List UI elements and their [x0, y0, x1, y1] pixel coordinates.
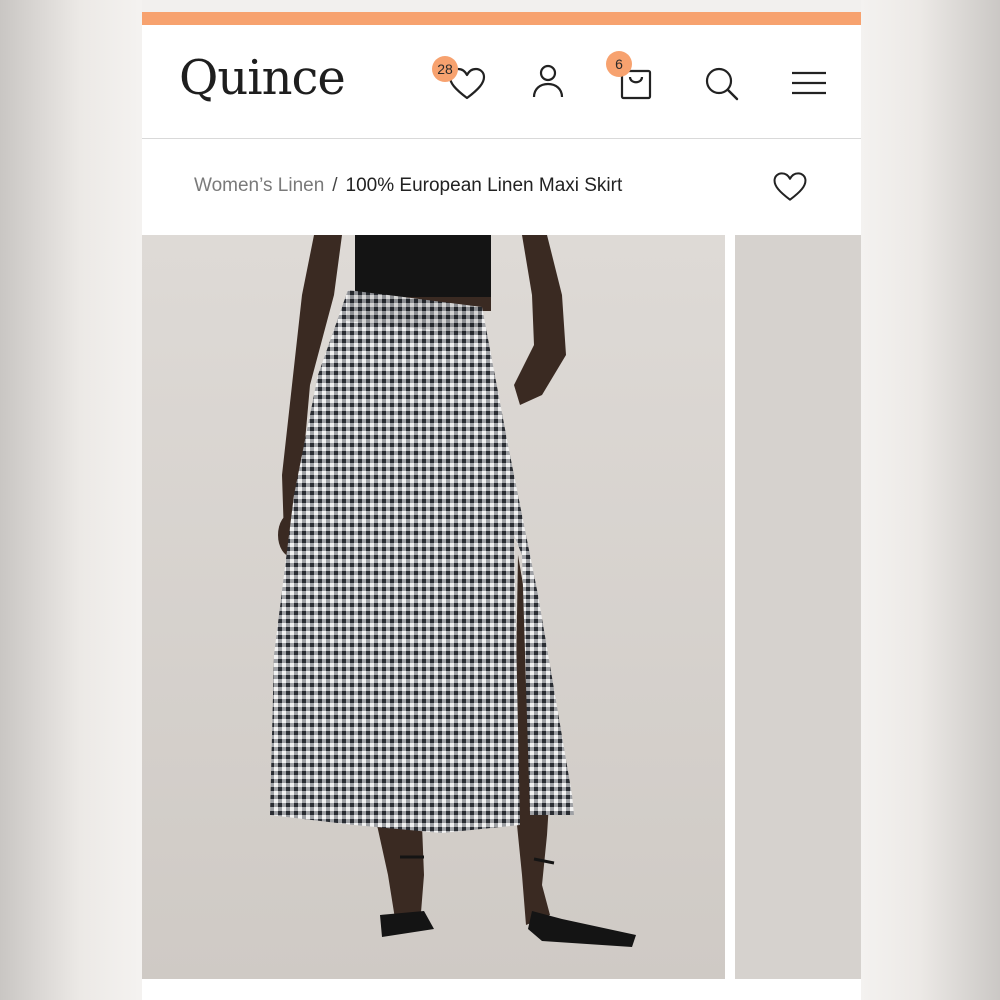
menu-button[interactable] — [787, 61, 831, 105]
breadcrumb-bar: Women’s Linen / 100% European Linen Maxi S… — [142, 139, 861, 235]
user-icon — [532, 64, 564, 98]
mobile-page: Quince 28 6 Women’s Linen / 100% Europea… — [142, 0, 861, 1000]
quince-logo[interactable]: Quince — [179, 50, 346, 106]
product-photo-next-peek[interactable] — [735, 235, 861, 979]
cart-count-badge: 6 — [606, 51, 632, 77]
account-button[interactable] — [526, 60, 570, 104]
breadcrumb: Women’s Linen / 100% European Linen Maxi S… — [194, 175, 622, 197]
add-to-wishlist-button[interactable] — [770, 167, 810, 207]
breadcrumb-separator: / — [332, 175, 338, 196]
top-strip — [142, 0, 861, 12]
product-photo-main[interactable] — [142, 235, 725, 979]
search-icon — [705, 67, 739, 101]
breadcrumb-current: 100% European Linen Maxi Skirt — [345, 175, 623, 196]
breadcrumb-link-womens-linen[interactable]: Women’s Linen — [194, 175, 324, 196]
site-header: Quince 28 6 — [142, 25, 861, 139]
skirt-model-image — [142, 235, 725, 979]
product-image-gallery[interactable] — [142, 235, 861, 979]
wishlist-count-badge: 28 — [432, 56, 458, 82]
heart-outline-icon — [773, 172, 807, 201]
menu-icon — [792, 71, 826, 95]
promo-accent-bar — [142, 12, 861, 25]
gallery-gap — [725, 235, 735, 979]
search-button[interactable] — [699, 61, 743, 105]
